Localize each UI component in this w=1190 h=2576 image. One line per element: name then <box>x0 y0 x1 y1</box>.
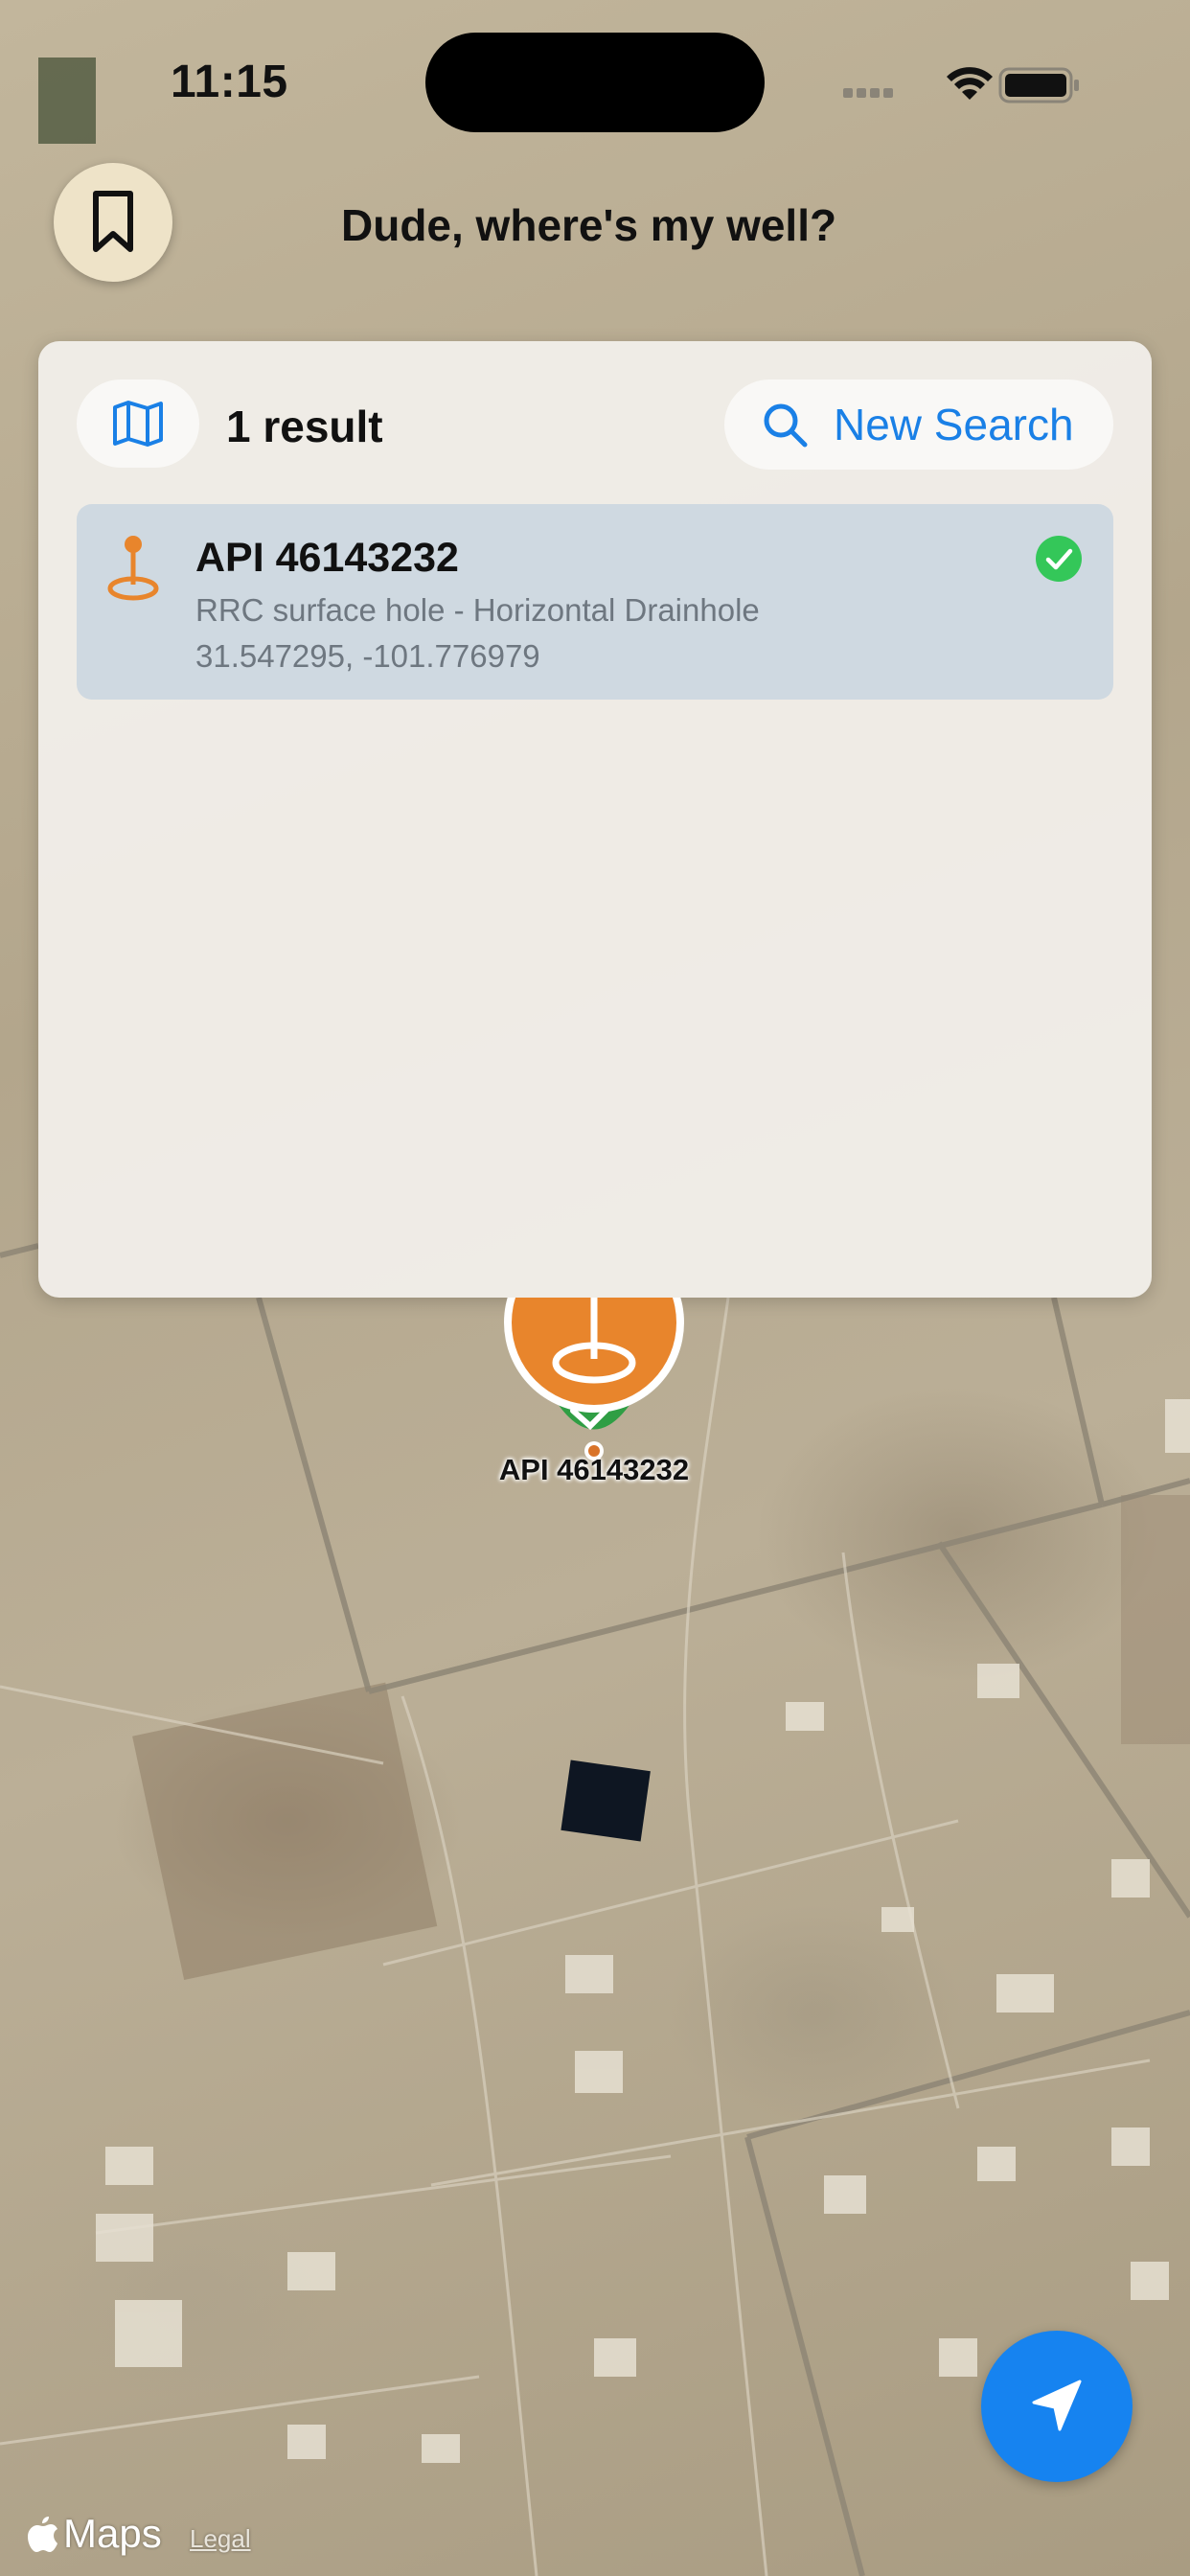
location-arrow-icon <box>1032 2380 1082 2431</box>
apple-logo-icon <box>28 2517 57 2552</box>
marker-label: API 46143232 <box>498 1453 690 1486</box>
new-search-label: New Search <box>834 400 1074 449</box>
bookmark-icon <box>93 191 133 252</box>
status-time: 11:15 <box>171 57 288 107</box>
result-count: 1 result <box>226 402 383 451</box>
current-location-button[interactable] <box>981 2331 1133 2482</box>
battery-icon <box>998 67 1079 104</box>
checkmark-circle-icon <box>1036 536 1082 582</box>
result-title: API 46143232 <box>195 535 459 581</box>
app-title: Dude, where's my well? <box>341 200 837 250</box>
maps-brand: Maps <box>63 2511 162 2556</box>
signal-icon <box>843 88 893 98</box>
result-row[interactable]: API 46143232 RRC surface hole - Horizont… <box>77 504 1113 700</box>
map-view-toggle[interactable] <box>77 380 199 468</box>
legal-link[interactable]: Legal <box>190 2524 251 2554</box>
wifi-icon <box>947 67 993 100</box>
status-indicators <box>843 59 1083 107</box>
well-marker[interactable] <box>498 1232 690 1460</box>
maps-attribution: Maps <box>27 2511 162 2557</box>
dynamic-island <box>425 33 765 132</box>
result-subtitle: RRC surface hole - Horizontal Drainhole <box>195 592 760 628</box>
map-icon <box>113 401 163 447</box>
new-search-button[interactable]: New Search <box>724 380 1113 470</box>
bookmarks-button[interactable] <box>54 163 172 282</box>
result-coordinates: 31.547295, -101.776979 <box>195 638 540 674</box>
well-pin-icon <box>107 536 159 601</box>
search-icon <box>764 403 808 448</box>
results-panel: 1 result New Search API 46143232 RRC sur… <box>38 341 1152 1298</box>
